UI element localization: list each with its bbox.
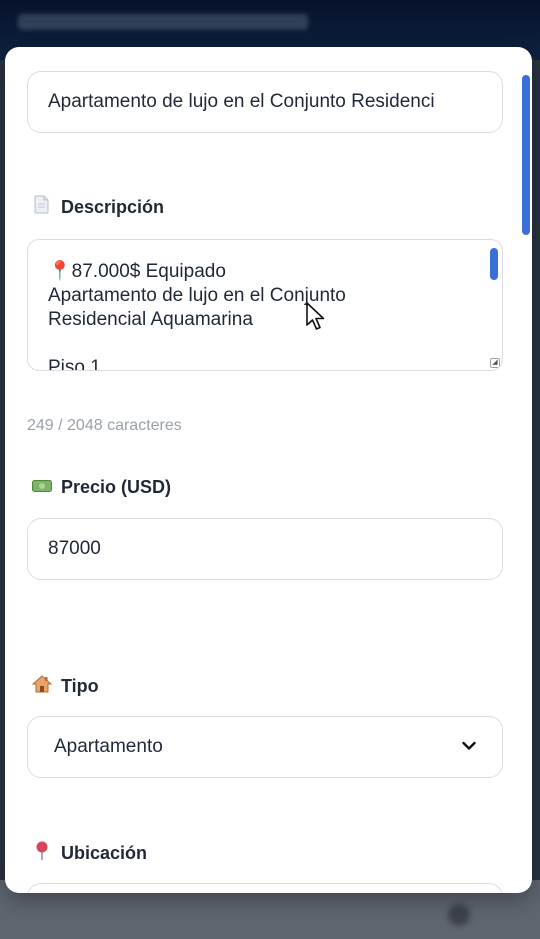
location-label-text: Ubicación	[61, 843, 148, 863]
title-input-value: Apartamento de lujo en el Conjunto Resid…	[48, 91, 435, 112]
description-line: 📍87.000$ Equipado	[48, 261, 226, 282]
resize-handle-icon[interactable]: ◢	[490, 358, 500, 368]
modal-scrollbar-thumb[interactable]	[522, 75, 530, 235]
location-input[interactable]	[27, 883, 503, 893]
description-line: Apartamento de lujo en el Conjunto	[48, 285, 346, 306]
description-label-text: Descripción	[61, 196, 165, 217]
character-counter: 249 / 2048 caracteres	[27, 417, 182, 434]
price-label-text: Precio (USD)	[61, 477, 172, 497]
title-input[interactable]: Apartamento de lujo en el Conjunto Resid…	[27, 71, 503, 133]
description-line: Residencial Aquamarina	[48, 309, 253, 330]
banknote-icon	[31, 478, 53, 498]
pin-icon	[31, 841, 53, 866]
type-select-value: Apartamento	[54, 736, 163, 757]
description-label: Descripción	[31, 195, 164, 219]
description-line	[48, 332, 472, 356]
blurred-footer-icon	[448, 904, 470, 926]
price-input-value: 87000	[48, 538, 101, 559]
price-input[interactable]: 87000	[27, 518, 503, 580]
location-label: Ubicación	[31, 841, 147, 866]
house-icon	[31, 675, 53, 698]
description-textarea[interactable]: 📍87.000$ Equipado Apartamento de lujo en…	[27, 239, 503, 371]
page-icon	[31, 195, 53, 219]
listing-form-modal: Apartamento de lujo en el Conjunto Resid…	[5, 47, 532, 893]
description-line: Piso 1	[48, 357, 101, 371]
type-select[interactable]: Apartamento	[27, 716, 503, 778]
blurred-header-text	[18, 14, 308, 30]
mouse-pointer-icon	[306, 302, 325, 330]
price-label: Precio (USD)	[31, 477, 171, 498]
type-label-text: Tipo	[61, 676, 99, 696]
textarea-scrollbar[interactable]	[490, 246, 498, 366]
modal-scrollbar[interactable]	[520, 55, 530, 885]
type-label: Tipo	[31, 675, 99, 698]
textarea-scrollbar-thumb[interactable]	[490, 248, 498, 280]
chevron-down-icon	[462, 738, 476, 756]
